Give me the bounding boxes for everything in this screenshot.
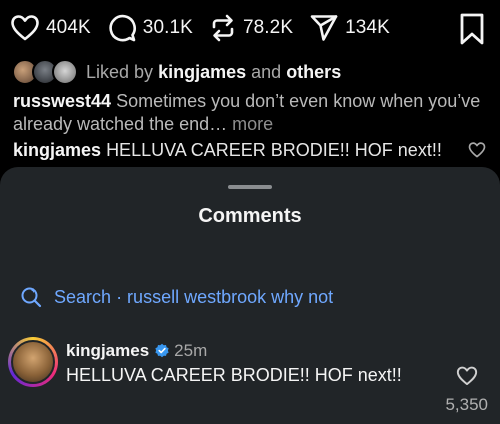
search-label: Search bbox=[54, 286, 112, 307]
repost-button[interactable]: 78.2K bbox=[209, 13, 293, 43]
liked-by-user[interactable]: kingjames bbox=[158, 62, 246, 83]
save-button[interactable] bbox=[458, 12, 486, 46]
liked-by-others[interactable]: others bbox=[286, 62, 341, 83]
liked-by-avatars bbox=[12, 58, 82, 86]
like-count: 404K bbox=[46, 17, 91, 38]
sheet-drag-handle[interactable] bbox=[228, 185, 272, 189]
comment-count: 30.1K bbox=[142, 17, 193, 38]
post-caption: russwest44 Sometimes you don’t even know… bbox=[13, 90, 483, 136]
repost-icon bbox=[212, 14, 234, 42]
comments-sheet: Comments Search · russell westbrook why … bbox=[0, 167, 500, 424]
liked-by-row[interactable]: Liked by kingjames and others bbox=[12, 58, 341, 86]
comment-time: 25m bbox=[174, 341, 208, 360]
heart-icon bbox=[11, 15, 39, 41]
comment-icon bbox=[109, 14, 136, 42]
search-icon bbox=[21, 287, 42, 308]
comment-username[interactable]: kingjames bbox=[66, 341, 149, 361]
caption-more-link[interactable]: more bbox=[232, 114, 273, 134]
caption-username[interactable]: russwest44 bbox=[13, 91, 111, 111]
like-button[interactable]: 404K bbox=[10, 14, 91, 42]
comment-text: HELLUVA CAREER BRODIE!! HOF next!! bbox=[66, 365, 402, 385]
avatar[interactable] bbox=[8, 337, 58, 387]
comment-like-button[interactable] bbox=[456, 365, 478, 387]
preview-comment[interactable]: kingjames HELLUVA CAREER BRODIE!! HOF ne… bbox=[13, 140, 442, 161]
avatar bbox=[52, 59, 78, 85]
comment-header: kingjames 25m bbox=[66, 341, 207, 361]
heart-icon bbox=[456, 366, 478, 386]
heart-icon bbox=[468, 142, 486, 158]
comment-button[interactable]: 30.1K bbox=[107, 13, 193, 43]
preview-comment-text: HELLUVA CAREER BRODIE!! HOF next!! bbox=[106, 140, 442, 160]
comment-like-count: 5,350 bbox=[445, 395, 488, 414]
share-icon bbox=[310, 15, 338, 41]
post-footer: 404K 30.1K 78.2K 134K Liked by kingjames… bbox=[0, 0, 500, 175]
repost-count: 78.2K bbox=[242, 17, 294, 38]
verified-icon bbox=[155, 343, 169, 358]
preview-comment-username[interactable]: kingjames bbox=[13, 140, 101, 160]
bookmark-icon bbox=[460, 13, 484, 45]
liked-by-joiner: and bbox=[251, 61, 282, 82]
search-suggestion[interactable]: Search · russell westbrook why not bbox=[20, 286, 333, 308]
post-action-bar: 404K 30.1K 78.2K 134K bbox=[10, 12, 406, 44]
liked-by-prefix: Liked by bbox=[86, 61, 154, 82]
comment-item: kingjames 25m HELLUVA CAREER BRODIE!! HO… bbox=[8, 337, 492, 417]
sheet-title: Comments bbox=[198, 205, 302, 227]
search-query: · russell westbrook why not bbox=[116, 286, 334, 307]
avatar-image bbox=[11, 340, 55, 384]
preview-comment-like-button[interactable] bbox=[468, 141, 486, 159]
share-count: 134K bbox=[345, 17, 390, 38]
share-button[interactable]: 134K bbox=[309, 13, 390, 43]
